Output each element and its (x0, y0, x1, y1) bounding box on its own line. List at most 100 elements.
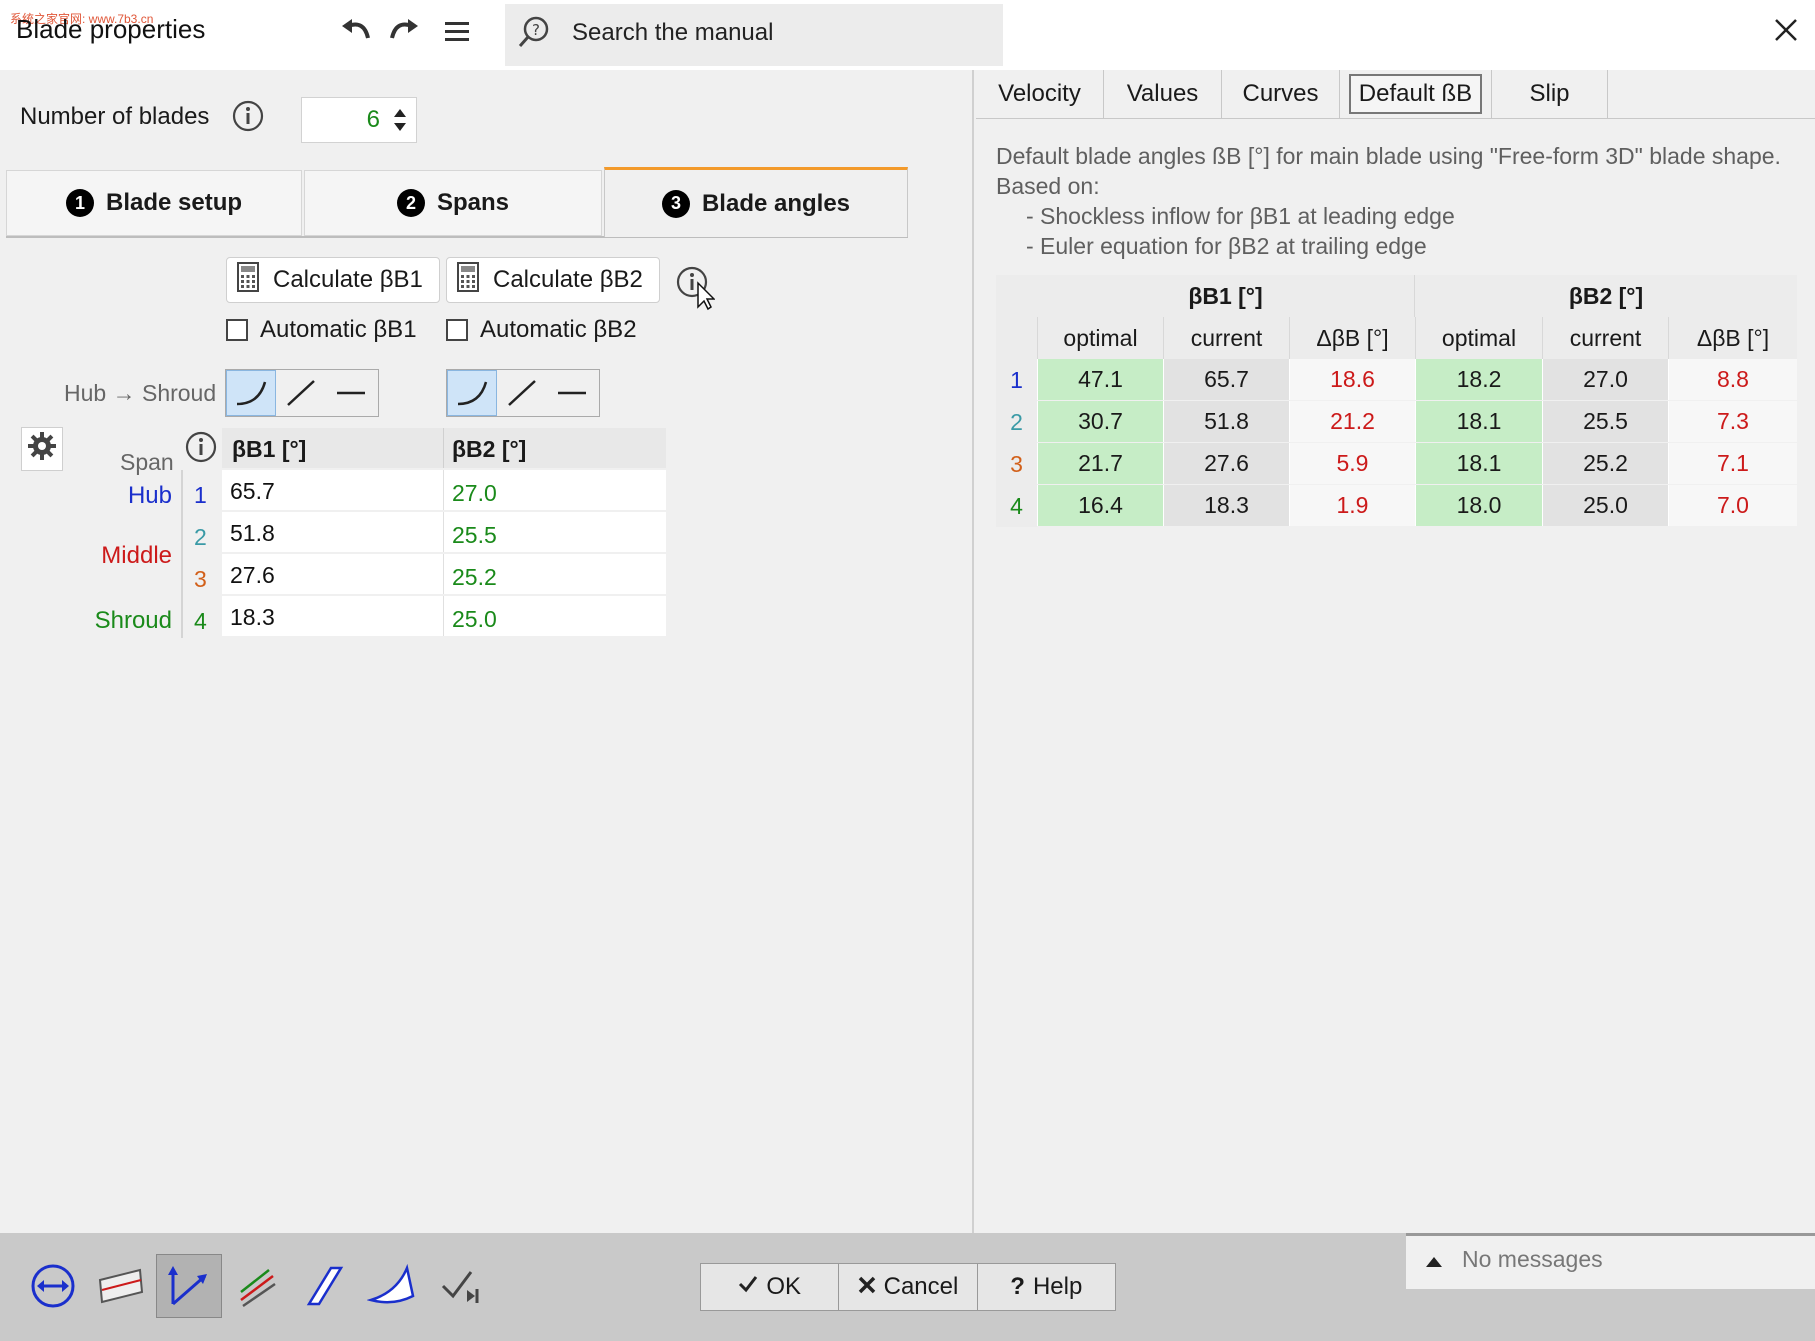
column-subheader: ΔβB [°] (1289, 317, 1415, 359)
calculate-b1-button[interactable]: Calculate βB1 (226, 257, 440, 303)
tab-blade-angles[interactable]: 3 Blade angles (604, 167, 908, 237)
b2-distribution-selector[interactable] (446, 369, 600, 417)
redo-icon[interactable] (384, 12, 424, 52)
tab-blade-setup[interactable]: 1 Blade setup (6, 170, 302, 236)
help-button[interactable]: ? Help (978, 1264, 1115, 1310)
row-number: 2 (996, 401, 1037, 443)
default-bb-cell: 18.6 (1289, 359, 1415, 400)
undo-icon[interactable] (336, 12, 376, 52)
b1-distribution-selector[interactable] (225, 369, 379, 417)
default-bb-cell: 7.3 (1668, 401, 1797, 442)
number-of-blades-value[interactable]: 6 (367, 106, 380, 134)
description-line: - Shockless inflow for βB1 at leading ed… (1026, 203, 1455, 229)
linear-shape-icon[interactable] (276, 370, 326, 416)
curve-shape-icon[interactable] (447, 370, 497, 416)
help-label: Help (1032, 1273, 1083, 1300)
calculate-b1-label: Calculate βB1 (273, 266, 423, 293)
check-steps-icon[interactable] (428, 1254, 494, 1318)
tab-curves[interactable]: Curves (1222, 70, 1340, 118)
calculator-icon (237, 261, 259, 299)
calculator-icon (457, 261, 479, 299)
default-bb-cell: 25.5 (1542, 401, 1668, 442)
check-icon (738, 1273, 758, 1301)
number-of-blades-spinner[interactable]: 6 (301, 97, 417, 143)
default-bb-cell: 25.0 (1542, 485, 1668, 526)
settings-button[interactable] (21, 427, 63, 471)
panel-divider (972, 70, 974, 1233)
group-header-b1: βB1 [°] (1037, 275, 1415, 317)
blade-lines-icon[interactable] (224, 1254, 290, 1318)
automatic-b1-label: Automatic βB1 (260, 316, 417, 343)
tab-spans[interactable]: 2 Spans (304, 170, 602, 236)
span-header: Span (120, 449, 174, 475)
b1-value-cell[interactable]: 51.8 (222, 512, 444, 552)
calculate-b2-button[interactable]: Calculate βB2 (446, 257, 660, 303)
automatic-b2-checkbox[interactable]: Automatic βB2 (446, 316, 637, 344)
ok-button[interactable]: OK (701, 1264, 840, 1310)
tab-default-bb[interactable]: Default ßB (1340, 70, 1492, 118)
default-bb-cell: 47.1 (1037, 359, 1163, 400)
messages-status: No messages (1462, 1246, 1603, 1272)
description-line: - Euler equation for βB2 at trailing edg… (1026, 233, 1427, 259)
blade-profile-icon[interactable] (292, 1254, 358, 1318)
meridional-view-icon[interactable] (20, 1254, 86, 1318)
automatic-b1-checkbox[interactable]: Automatic βB1 (226, 316, 417, 344)
default-bb-cell: 51.8 (1163, 401, 1289, 442)
default-bb-cell: 21.2 (1289, 401, 1415, 442)
b1-value-cell[interactable]: 27.6 (222, 554, 444, 594)
expand-up-icon[interactable] (1424, 1248, 1444, 1276)
default-bb-cell: 7.0 (1668, 485, 1797, 526)
group-header-b2: βB2 [°] (1415, 275, 1797, 317)
cancel-button[interactable]: Cancel (839, 1264, 978, 1310)
description-line: Based on: (996, 173, 1100, 199)
span-row-label: Shroud (94, 607, 172, 634)
tab-number-1: 1 (65, 189, 94, 217)
curve-shape-icon[interactable] (226, 370, 276, 416)
blade-shape-icon[interactable] (360, 1254, 426, 1318)
tab-label: Blade angles (701, 189, 851, 217)
info-icon[interactable] (231, 99, 265, 140)
search-input[interactable]: Search the manual (572, 19, 773, 47)
question-icon: ? (1010, 1273, 1025, 1300)
default-bb-cell: 18.3 (1163, 485, 1289, 526)
column-subheader: ΔβB [°] (1668, 317, 1797, 359)
gear-icon (27, 431, 57, 468)
tab-velocity[interactable]: Velocity (976, 70, 1104, 118)
automatic-b2-label: Automatic βB2 (480, 316, 637, 343)
column-subheader: optimal (1037, 317, 1163, 359)
default-bb-cell: 27.0 (1542, 359, 1668, 400)
tab-number-3: 3 (661, 189, 690, 218)
tab-label: Blade setup (105, 189, 243, 216)
spinner-arrows-icon[interactable] (392, 106, 408, 141)
close-icon[interactable] (1766, 10, 1806, 50)
search-help-icon: ? (516, 14, 552, 57)
b2-value-cell[interactable]: 25.0 (444, 596, 666, 636)
row-number: 1 (996, 359, 1037, 401)
column-header-b2: βB2 [°] (444, 428, 666, 468)
blade-angles-view-icon[interactable] (156, 1254, 222, 1318)
checkbox-box[interactable] (226, 319, 248, 341)
svg-text:?: ? (532, 21, 540, 39)
checkbox-box[interactable] (446, 319, 468, 341)
default-bb-cell: 25.2 (1542, 443, 1668, 484)
ok-label: OK (766, 1273, 801, 1300)
b2-value-cell[interactable]: 25.5 (444, 512, 666, 552)
constant-shape-icon[interactable] (326, 370, 376, 416)
default-bb-cell: 65.7 (1163, 359, 1289, 400)
tab-slip[interactable]: Slip (1492, 70, 1608, 118)
message-bar[interactable]: No messages (1406, 1233, 1815, 1289)
b1-value-cell[interactable]: 18.3 (222, 596, 444, 636)
info-icon[interactable] (675, 265, 716, 318)
b2-value-cell[interactable]: 27.0 (444, 470, 666, 510)
span-number: 3 (194, 566, 207, 592)
linear-shape-icon[interactable] (497, 370, 547, 416)
b2-value-cell[interactable]: 25.2 (444, 554, 666, 594)
default-bb-cell: 27.6 (1163, 443, 1289, 484)
menu-icon[interactable] (437, 12, 477, 52)
info-icon[interactable] (184, 430, 218, 471)
row-number: 4 (996, 485, 1037, 527)
constant-shape-icon[interactable] (547, 370, 597, 416)
b1-value-cell[interactable]: 65.7 (222, 470, 444, 510)
tab-values[interactable]: Values (1104, 70, 1222, 118)
blade-surface-icon[interactable] (88, 1254, 154, 1318)
